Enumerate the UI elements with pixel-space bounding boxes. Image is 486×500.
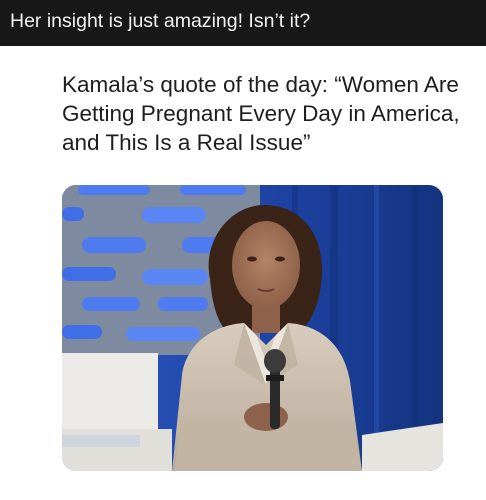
meme-headline: Kamala’s quote of the day: “Women Are Ge…: [62, 72, 460, 155]
post-header: Her insight is just amazing! Isn’t it?: [0, 0, 486, 46]
face: [232, 221, 300, 309]
hands: [244, 403, 288, 431]
photo-illustration: [62, 185, 443, 471]
meme-card: Kamala’s quote of the day: “Women Are Ge…: [0, 46, 486, 500]
post-caption: Her insight is just amazing! Isn’t it?: [10, 10, 311, 32]
meme-photo[interactable]: [62, 185, 443, 471]
